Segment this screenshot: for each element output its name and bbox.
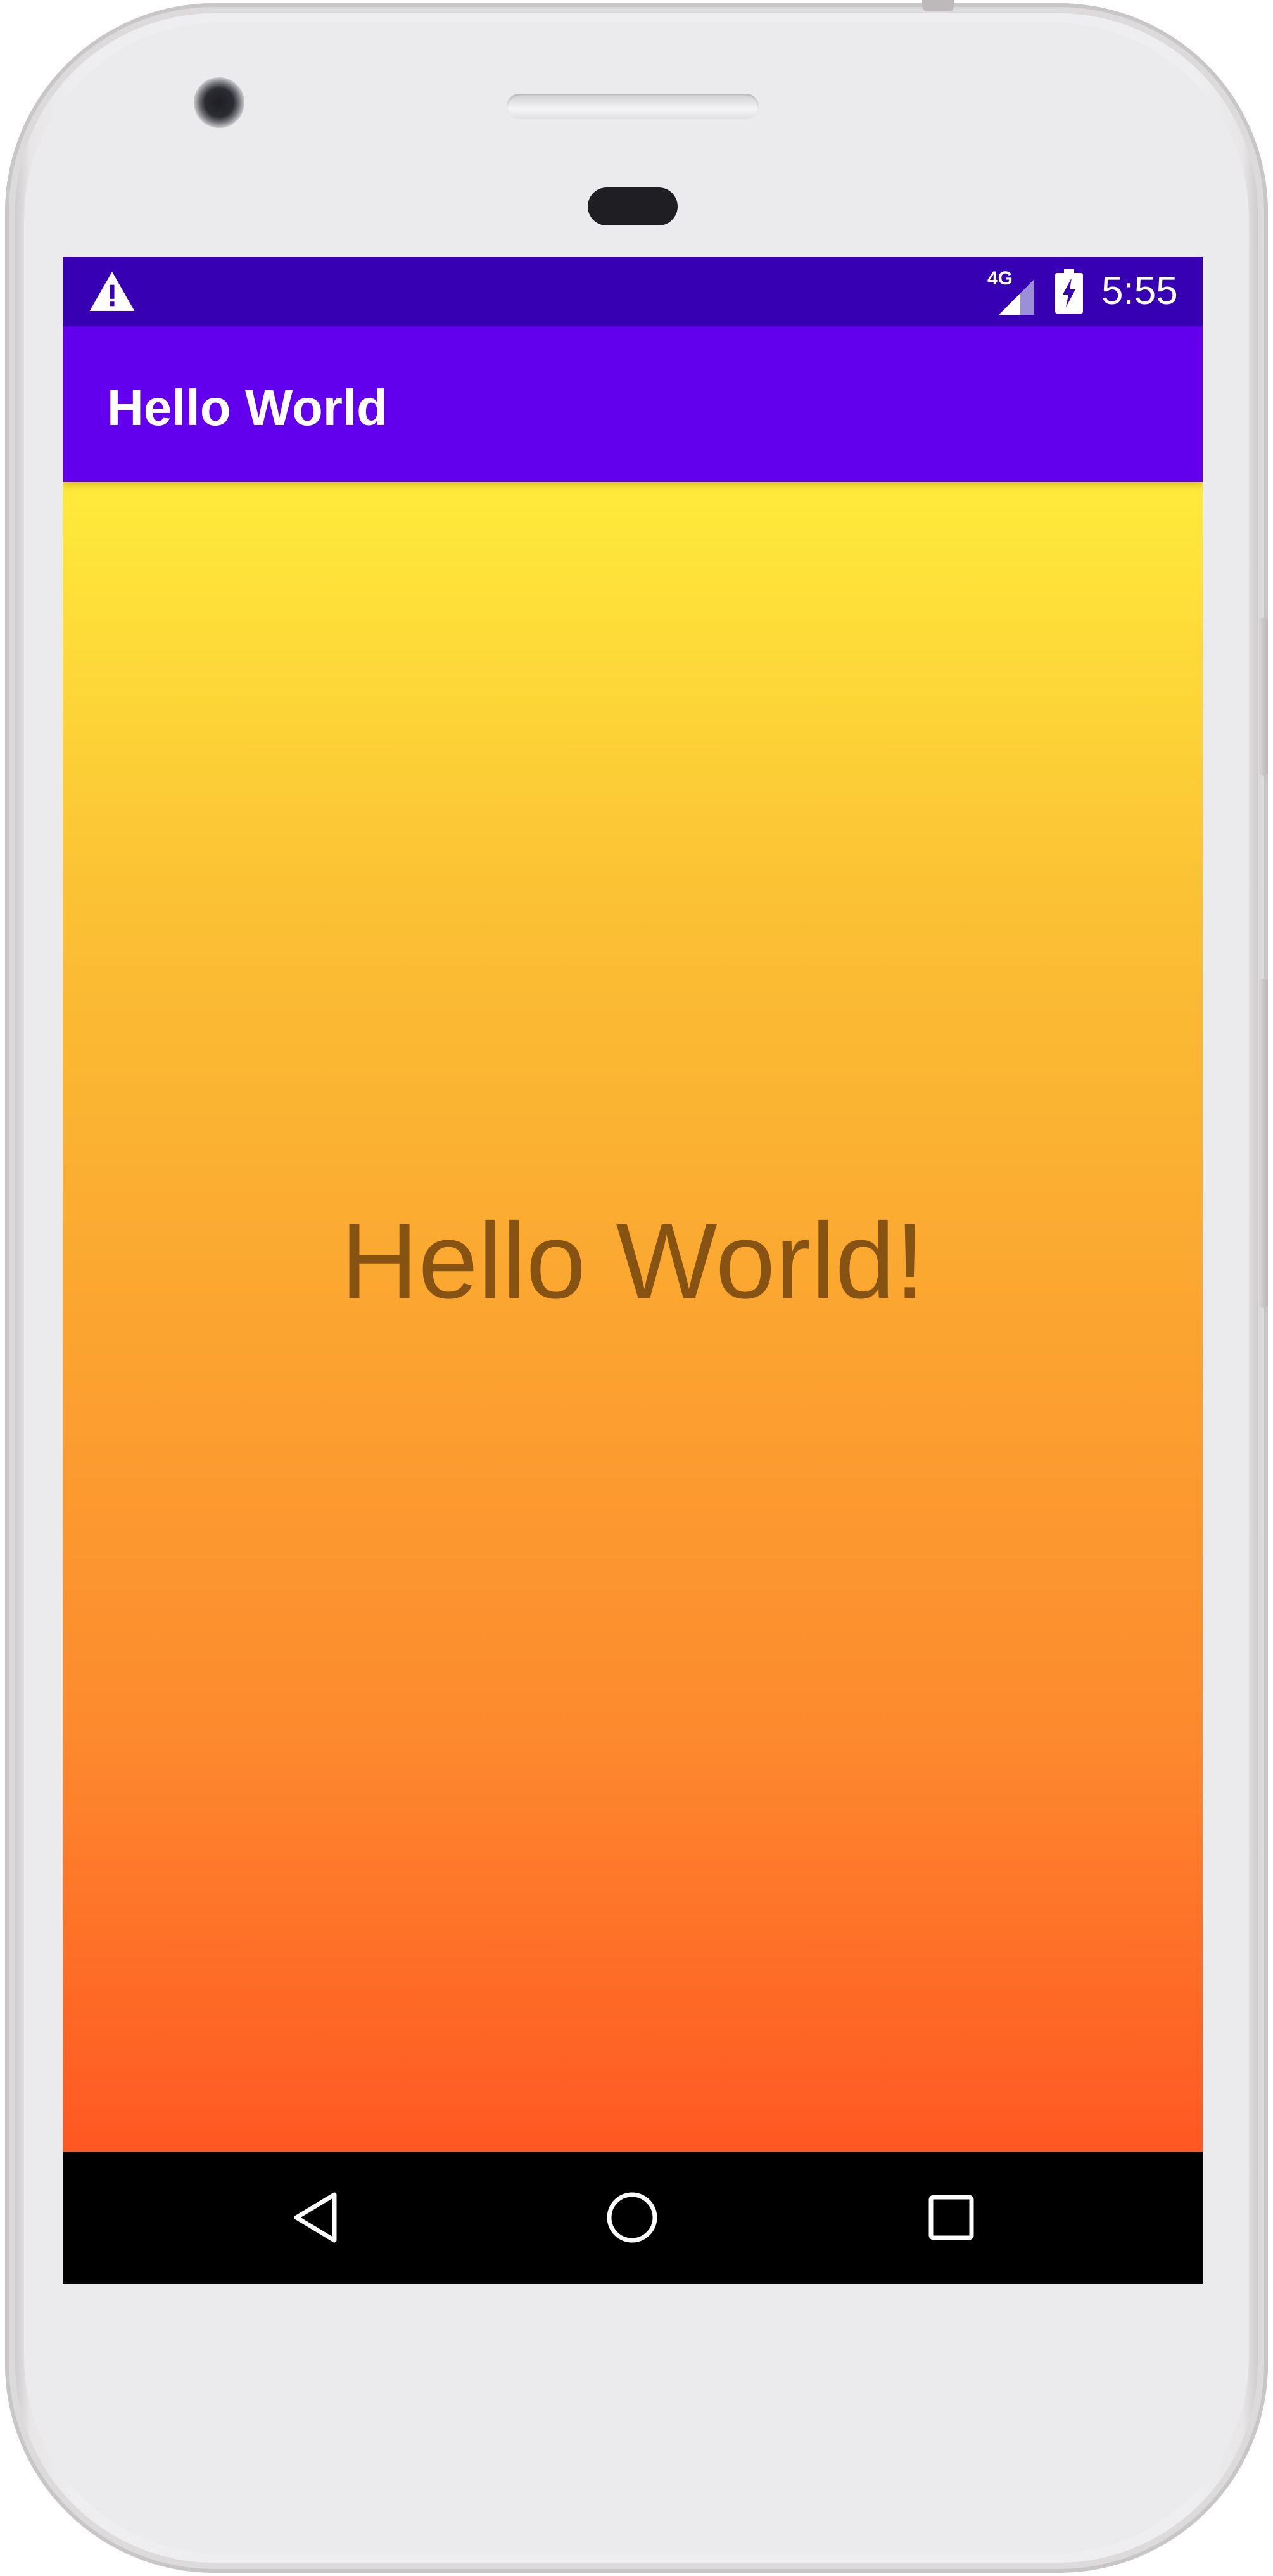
status-time: 5:55 xyxy=(1101,269,1178,313)
volume-button xyxy=(1259,979,1268,1308)
navigation-bar xyxy=(63,2152,1203,2284)
screen: 4G 5:55 Hello World Hello World! xyxy=(63,257,1203,2284)
signal-icon xyxy=(999,279,1034,315)
back-triangle-icon[interactable] xyxy=(285,2186,348,2249)
recents-square-icon[interactable] xyxy=(920,2186,983,2249)
device-mockup: 4G 5:55 Hello World Hello World! xyxy=(0,0,1273,2576)
power-button xyxy=(1259,618,1268,776)
app-bar: Hello World xyxy=(63,326,1203,482)
proximity-sensor xyxy=(588,187,678,225)
front-camera-icon xyxy=(194,77,244,128)
battery-charging-icon xyxy=(1055,269,1083,314)
warning-icon xyxy=(89,272,135,311)
main-content: Hello World! xyxy=(63,482,1203,2152)
earpiece-speaker xyxy=(507,94,759,119)
home-circle-icon[interactable] xyxy=(600,2186,664,2249)
antenna-line xyxy=(922,0,954,11)
app-title: Hello World xyxy=(107,379,388,436)
hello-world-text: Hello World! xyxy=(340,1201,925,1321)
status-bar: 4G 5:55 xyxy=(63,257,1203,326)
